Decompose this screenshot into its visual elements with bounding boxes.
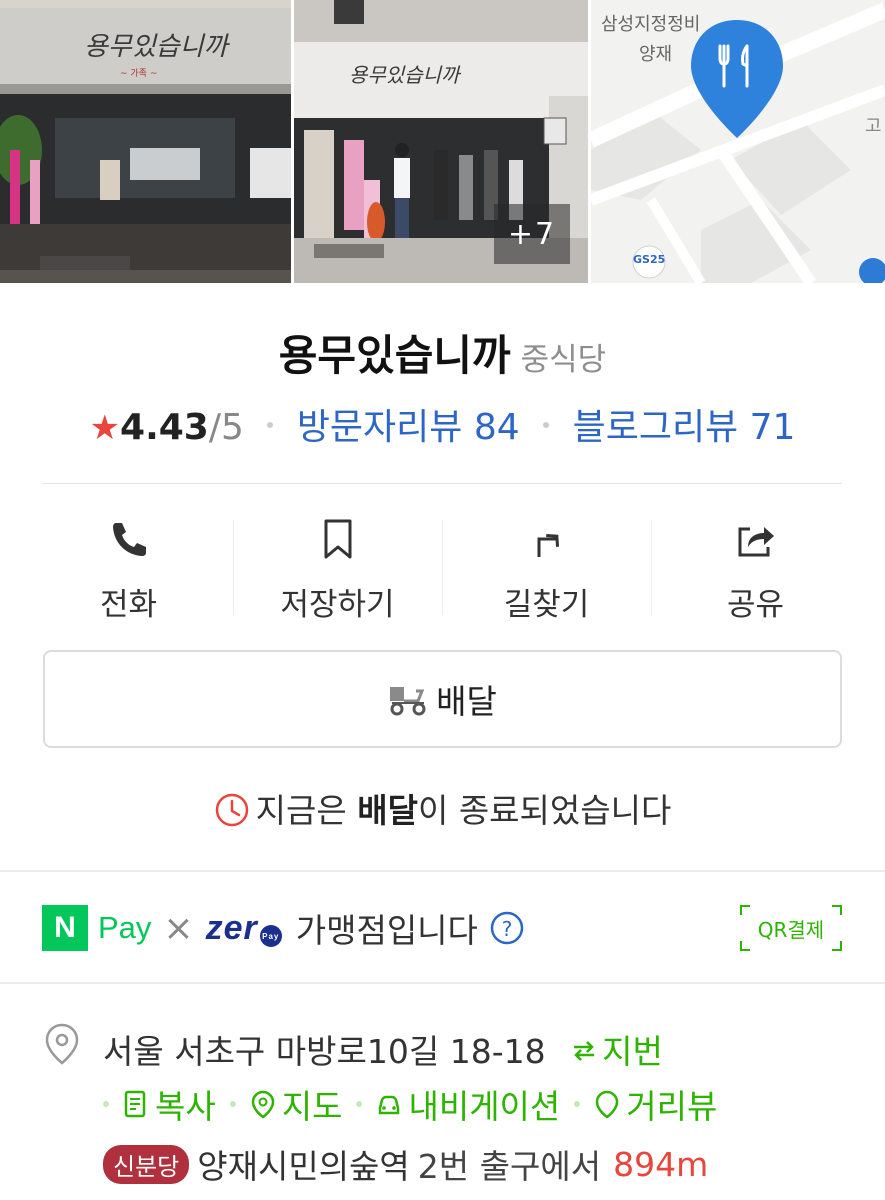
more-photos-badge[interactable]: +7 [494, 204, 570, 264]
jibun-label: 지번 [602, 1032, 663, 1071]
street-view-label: 거리뷰 [626, 1087, 718, 1126]
svg-text:용무있습니까: 용무있습니까 [349, 63, 462, 87]
directions-label: 길찾기 [503, 587, 590, 623]
directions-icon [537, 533, 559, 557]
svg-text:고: 고 [865, 116, 882, 137]
share-button[interactable]: 공유 [651, 505, 860, 625]
navigation-link[interactable]: 내비게이션 [376, 1080, 560, 1128]
rating-row: ★4.43/5 방문자리뷰 84 블로그리뷰 71 [0, 398, 885, 450]
visitor-reviews-link[interactable]: 방문자리뷰 84 [297, 407, 520, 448]
map-label-building: 삼성지정정비 [601, 14, 700, 35]
directions-button[interactable]: 길찾기 [442, 505, 651, 625]
zero-pay-text: zer [205, 908, 258, 947]
copy-label: 복사 [155, 1087, 216, 1126]
map-thumbnail[interactable]: 삼성지정정비 양재 고 GS25 [591, 0, 885, 283]
delivery-label: 배달 [436, 682, 497, 721]
blog-reviews-link[interactable]: 블로그리뷰 71 [573, 407, 796, 448]
save-label: 저장하기 [280, 587, 395, 623]
location-pin-icon [45, 1023, 79, 1065]
zero-pay-badge: Pay [259, 925, 282, 947]
section-divider [0, 870, 885, 872]
copy-icon [124, 1090, 146, 1118]
separator-dot [103, 1101, 109, 1107]
road-address: 서울 서초구 마방로10길 18-18 [103, 1032, 546, 1071]
place-category: 중식당 [520, 342, 607, 378]
save-button[interactable]: 저장하기 [233, 505, 442, 625]
bookmark-icon [324, 519, 351, 559]
clock-icon [215, 793, 248, 826]
merchant-text: 가맹점입니다 [295, 911, 478, 950]
svg-text:~ 가족 ~: ~ 가족 ~ [120, 68, 157, 79]
separator-dot [574, 1101, 581, 1107]
separator-dot [267, 422, 274, 428]
map-pin-small-icon [251, 1090, 274, 1119]
delivery-scooter-icon [390, 687, 426, 716]
delivery-closed-notice: 지금은 배달이 종료되었습니다 [0, 784, 885, 832]
subway-line-badge: 신분당 [103, 1144, 190, 1184]
call-label: 전화 [99, 587, 158, 623]
subway-row: 신분당 양재시민의숲역 2번 출구에서 894m [103, 1140, 708, 1188]
place-title-row: 용무있습니까 중식당 [0, 322, 885, 383]
subway-exit: 2번 출구에서 [417, 1147, 602, 1186]
sign-text: 용무있습니까 [84, 32, 231, 62]
street-view-link[interactable]: 거리뷰 [594, 1080, 717, 1128]
map-image: 삼성지정정비 양재 고 GS25 [591, 0, 885, 283]
separator-dot [229, 1101, 236, 1107]
navigation-label: 내비게이션 [408, 1087, 561, 1126]
jibun-toggle[interactable]: 지번 [570, 1032, 663, 1071]
map-label-area: 양재 [639, 44, 672, 65]
address-links: 복사 지도 내비게이션 거리뷰 [103, 1080, 717, 1128]
help-icon[interactable]: ? [490, 911, 524, 945]
divider [42, 483, 842, 484]
storefront-image: 용무있습니까 ~ 가족 ~ [0, 0, 291, 283]
swap-icon [574, 1040, 595, 1061]
call-button[interactable]: 전화 [24, 505, 233, 625]
photo-storefront-1[interactable]: 용무있습니까 ~ 가족 ~ [0, 0, 291, 283]
photo-strip: 용무있습니까 ~ 가족 ~ 용무있습니까 +7 삼성지정정비 양재 고 GS25 [0, 0, 885, 283]
naver-pay-logo-icon: N [42, 905, 88, 951]
rating-max: /5 [208, 407, 244, 448]
map-link[interactable]: 지도 [250, 1080, 343, 1128]
pay-row: N Pay × zer Pay 가맹점입니다 ? QR결제 [42, 900, 842, 956]
subway-distance: 894m [613, 1144, 709, 1184]
photo-storefront-2[interactable]: 용무있습니까 +7 [294, 0, 588, 283]
zero-pay-logo: zer Pay [206, 909, 282, 948]
road-address-row: 서울 서초구 마방로10길 18-18 지번 [103, 1025, 663, 1073]
separator-dot [543, 422, 550, 428]
delivery-button[interactable]: 배달 [43, 650, 842, 748]
place-name: 용무있습니까 [278, 331, 511, 380]
notice-bold: 배달 [357, 791, 418, 830]
naver-pay-text: Pay [98, 910, 152, 945]
qr-pay-label: QR결제 [757, 917, 825, 942]
car-icon [379, 1095, 400, 1115]
svg-text:?: ? [502, 917, 513, 941]
street-view-icon [596, 1090, 619, 1119]
phone-icon [112, 523, 146, 556]
subway-station: 양재시민의숲역 [197, 1147, 410, 1186]
share-icon [738, 527, 774, 557]
notice-suffix: 이 종료되었습니다 [417, 791, 672, 830]
section-divider [0, 982, 885, 984]
qr-pay-button[interactable]: QR결제 [740, 905, 842, 951]
copy-address-link[interactable]: 복사 [123, 1080, 216, 1128]
action-bar: 전화 저장하기 길찾기 공유 [24, 505, 860, 625]
times-symbol: × [163, 907, 194, 949]
map-label: 지도 [281, 1087, 343, 1126]
separator-dot [356, 1101, 363, 1107]
map-label-store: GS25 [633, 253, 665, 266]
share-label: 공유 [726, 587, 785, 623]
notice-prefix: 지금은 [255, 791, 358, 830]
star-icon: ★ [89, 408, 121, 448]
rating-score: 4.43 [120, 407, 209, 448]
